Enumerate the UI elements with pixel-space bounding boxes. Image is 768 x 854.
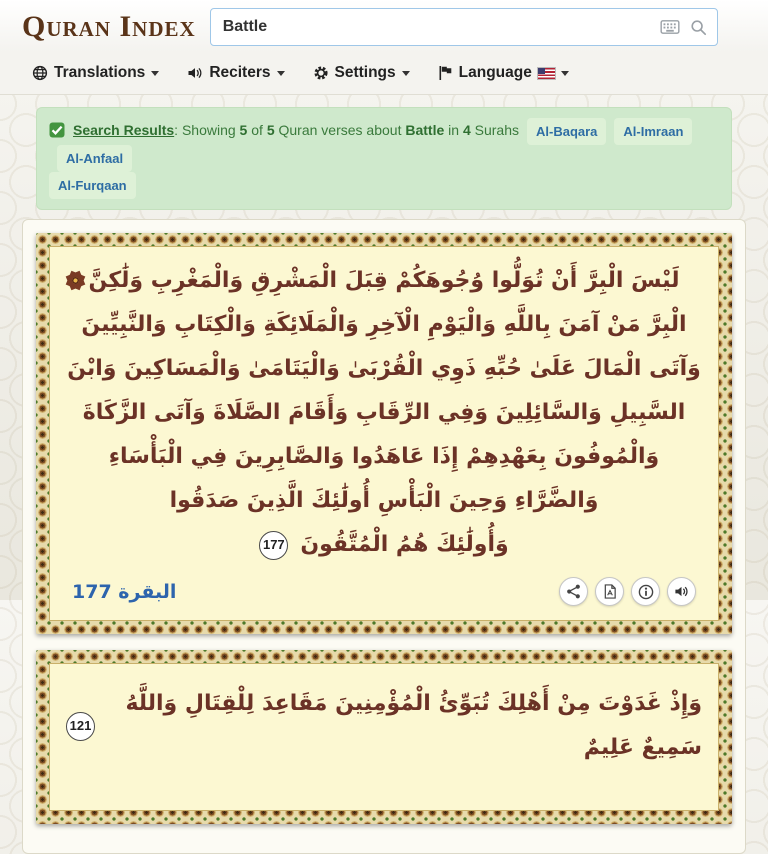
verse-arabic-text: وَأُولَٰئِكَ هُمُ الْمُتَّقُونَ — [300, 523, 508, 567]
verse-card: لَيْسَ الْبِرَّ أَنْ تُوَلُّوا وُجُوهَكُ… — [36, 233, 732, 634]
surah-badge-al-imraan[interactable]: Al-Imraan — [614, 118, 692, 145]
chevron-down-icon — [402, 71, 410, 80]
nav-translations[interactable]: Translations — [32, 64, 159, 82]
chevron-down-icon — [561, 71, 569, 80]
search-box — [210, 8, 718, 46]
results-card: لَيْسَ الْبِرَّ أَنْ تُوَلُّوا وُجُوهَكُ… — [22, 219, 746, 854]
banner-text: of — [247, 122, 266, 138]
verse-arabic-text: وَإِذْ غَدَوْتَ مِنْ أَهْلِكَ تُبَوِّئُ … — [107, 682, 702, 770]
search-results-banner: Search Results: Showing 5 of 5 Quran ver… — [36, 107, 732, 210]
verse-frame: وَإِذْ غَدَوْتَ مِنْ أَهْلِكَ تُبَوِّئُ … — [49, 663, 719, 811]
banner-text: in — [444, 122, 463, 138]
verse-footer: البقرة 177 — [72, 577, 696, 606]
banner-text: Surahs — [471, 122, 519, 138]
speaker-icon — [187, 65, 203, 81]
nav-language-label: Language — [459, 64, 532, 82]
info-icon[interactable] — [631, 577, 660, 606]
banner-text: : Showing — [174, 122, 239, 138]
site-logo[interactable]: Quran Index — [22, 10, 196, 44]
count-total: 5 — [267, 122, 275, 138]
verse-number-badge: 177 — [259, 531, 288, 560]
keyboard-icon[interactable] — [660, 20, 680, 34]
chevron-down-icon — [277, 71, 285, 80]
verse-frame: لَيْسَ الْبِرَّ أَنْ تُوَلُّوا وُجُوهَكُ… — [49, 246, 719, 621]
verse-reference-link[interactable]: البقرة 177 — [72, 581, 176, 603]
checkbox-checked-icon — [49, 122, 65, 145]
nav-settings-label: Settings — [335, 64, 396, 82]
nav-settings[interactable]: Settings — [313, 64, 410, 82]
verse-last-line: وَأُولَٰئِكَ هُمُ الْمُتَّقُونَ 177 — [66, 523, 702, 567]
verse-number-badge: 121 — [66, 712, 95, 741]
banner-text: Quran verses about — [275, 122, 406, 138]
audio-icon[interactable] — [667, 577, 696, 606]
pdf-icon[interactable] — [595, 577, 624, 606]
nav-reciters[interactable]: Reciters — [187, 64, 284, 82]
surah-badge-al-anfaal[interactable]: Al-Anfaal — [57, 145, 132, 172]
search-icon[interactable] — [690, 19, 707, 36]
search-term: Battle — [405, 122, 444, 138]
surah-badge-al-furqaan[interactable]: Al-Furqaan — [49, 172, 136, 199]
surah-badge-al-baqara[interactable]: Al-Baqara — [527, 118, 606, 145]
flag-icon — [438, 65, 453, 81]
nav-language[interactable]: Language — [438, 64, 569, 82]
search-box-icons — [660, 19, 717, 36]
gear-icon — [313, 65, 329, 81]
chevron-down-icon — [151, 71, 159, 80]
verse-arabic-text: لَيْسَ الْبِرَّ أَنْ تُوَلُّوا وُجُوهَكُ… — [66, 259, 702, 523]
nav-reciters-label: Reciters — [209, 64, 270, 82]
verse-actions — [559, 577, 696, 606]
header: Quran Index — [0, 0, 768, 52]
surah-count: 4 — [463, 122, 471, 138]
globe-icon — [32, 65, 48, 81]
main-nav: Translations Reciters Settings — [0, 52, 768, 95]
us-flag-icon — [538, 68, 555, 79]
search-results-link[interactable]: Search Results — [73, 122, 174, 138]
nav-translations-label: Translations — [54, 64, 145, 82]
share-icon[interactable] — [559, 577, 588, 606]
verse-last-line: وَإِذْ غَدَوْتَ مِنْ أَهْلِكَ تُبَوِّئُ … — [66, 682, 702, 770]
search-input[interactable] — [211, 18, 660, 36]
verse-card: وَإِذْ غَدَوْتَ مِنْ أَهْلِكَ تُبَوِّئُ … — [36, 650, 732, 824]
